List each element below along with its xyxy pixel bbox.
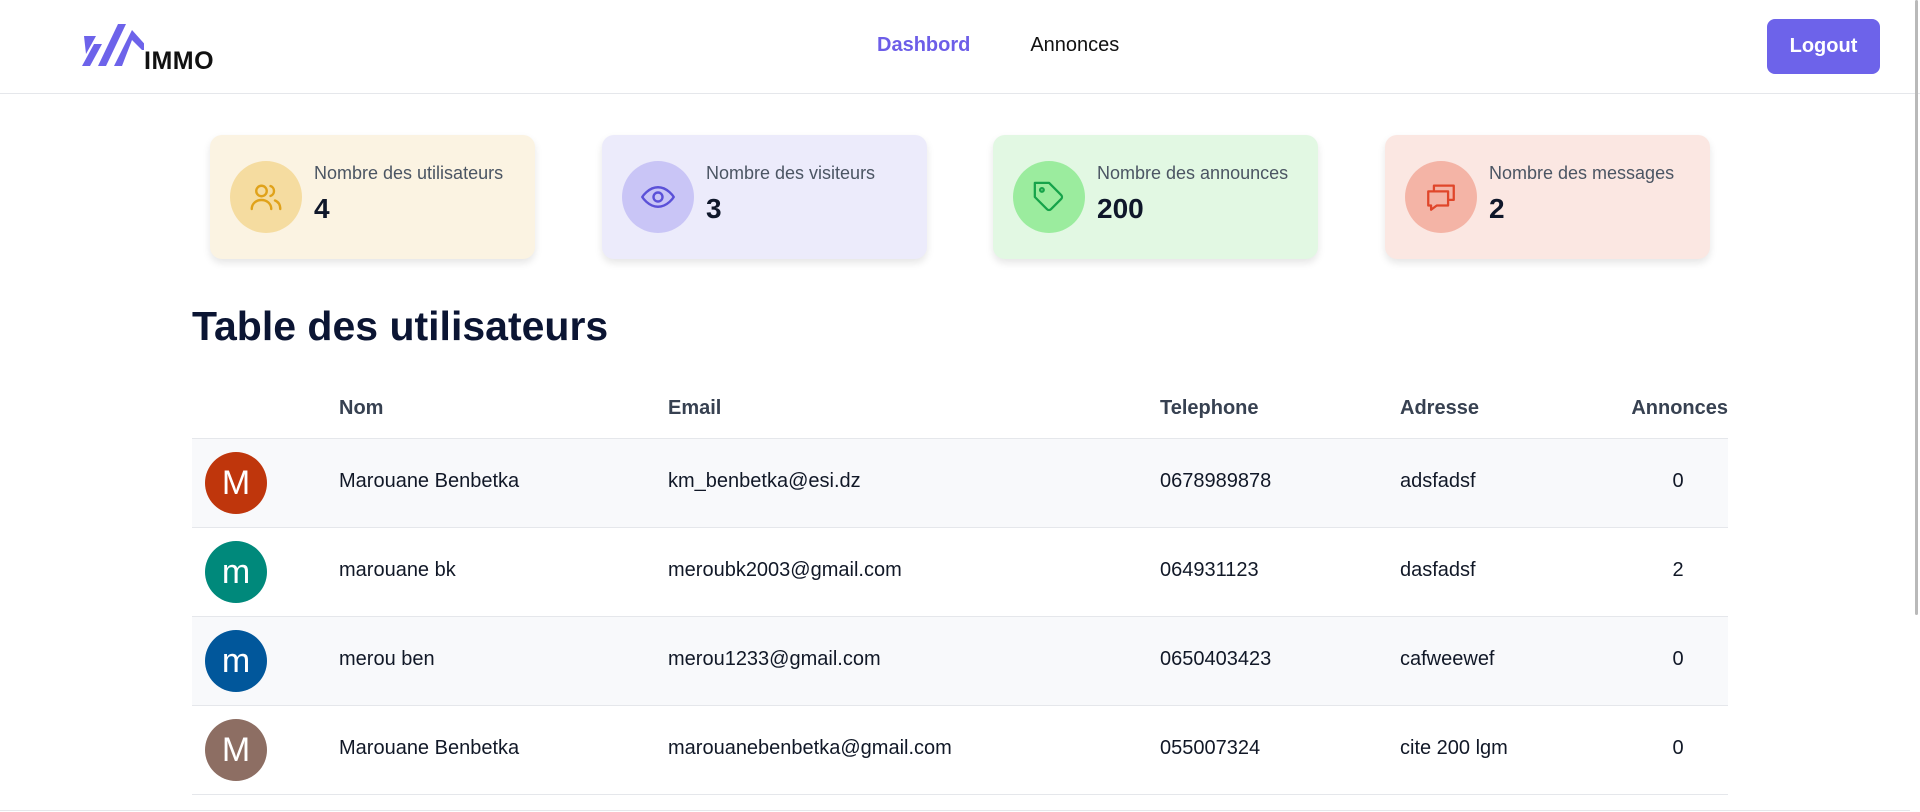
column-header-adresse[interactable]: Adresse <box>1400 397 1479 420</box>
user-phone: 064931123 <box>1160 559 1259 581</box>
brand-name: IMMO <box>144 47 215 75</box>
vertical-scrollbar[interactable] <box>1912 0 1920 812</box>
tag-icon <box>1013 161 1085 233</box>
column-header-nom[interactable]: Nom <box>339 397 383 420</box>
nav-dashboard-link[interactable]: Dashbord <box>877 34 970 57</box>
user-email: merou1233@gmail.com <box>668 648 881 670</box>
user-address: cafweewef <box>1400 648 1495 670</box>
table-header: Nom Email Telephone Adresse Annonces <box>192 382 1728 439</box>
avatar: m <box>205 630 267 692</box>
stat-value: 2 <box>1489 193 1505 224</box>
users-table-title: Table des utilisateurs <box>192 303 609 349</box>
nav-annonces-link[interactable]: Annonces <box>1030 34 1119 57</box>
table-row[interactable]: M Marouane Benbetka km_benbetka@esi.dz 0… <box>192 439 1728 528</box>
user-name: Marouane Benbetka <box>339 737 520 759</box>
eye-icon <box>622 161 694 233</box>
user-annonces-count: 0 <box>1672 737 1684 759</box>
user-name: Marouane Benbetka <box>339 470 520 492</box>
main-nav: Dashbord Annonces <box>877 34 1119 57</box>
stat-label: Nombre des utilisateurs <box>314 163 504 183</box>
user-address: cite 200 lgm <box>1400 737 1508 759</box>
user-email: km_benbetka@esi.dz <box>668 470 861 492</box>
column-header-annonces[interactable]: Annonces <box>1618 397 1728 420</box>
user-name: marouane bk <box>339 559 456 581</box>
users-table: Nom Email Telephone Adresse Annonces M M… <box>192 382 1728 795</box>
user-email: marouanebenbetka@gmail.com <box>668 737 952 759</box>
user-phone: 0650403423 <box>1160 648 1272 670</box>
user-phone: 0678989878 <box>1160 470 1272 492</box>
user-name: merou ben <box>339 648 435 670</box>
stat-card-visitors: Nombre des visiteurs 3 <box>602 135 927 259</box>
stat-card-announces: Nombre des announces 200 <box>993 135 1318 259</box>
logout-button[interactable]: Logout <box>1767 19 1880 74</box>
user-email: meroubk2003@gmail.com <box>668 559 902 581</box>
stat-label: Nombre des visiteurs <box>706 163 876 183</box>
footer-divider <box>0 810 1910 811</box>
user-address: adsfadsf <box>1400 470 1476 492</box>
table-row[interactable]: m merou ben merou1233@gmail.com 06504034… <box>192 617 1728 706</box>
scrollbar-thumb[interactable] <box>1915 0 1918 615</box>
house-logo-icon <box>82 24 144 66</box>
stat-label: Nombre des messages <box>1489 163 1675 183</box>
chat-icon <box>1405 161 1477 233</box>
avatar: M <box>205 719 267 781</box>
column-header-telephone[interactable]: Telephone <box>1160 397 1259 420</box>
avatar: m <box>205 541 267 603</box>
users-icon <box>230 161 302 233</box>
user-address: dasfadsf <box>1400 559 1476 581</box>
user-annonces-count: 2 <box>1672 559 1684 581</box>
stat-value: 4 <box>314 193 330 224</box>
user-phone: 055007324 <box>1160 737 1261 759</box>
column-header-email[interactable]: Email <box>668 397 721 420</box>
stat-value: 200 <box>1097 193 1144 224</box>
table-row[interactable]: M Marouane Benbetka marouanebenbetka@gma… <box>192 706 1728 795</box>
stats-cards: Nombre des utilisateurs 4 Nombre des vis… <box>210 135 1710 259</box>
user-annonces-count: 0 <box>1672 648 1684 670</box>
avatar: M <box>205 452 267 514</box>
stat-card-messages: Nombre des messages 2 <box>1385 135 1710 259</box>
brand-logo[interactable]: IMMO <box>80 20 240 75</box>
stat-label: Nombre des announces <box>1097 163 1289 183</box>
stat-value: 3 <box>706 193 722 224</box>
table-row[interactable]: m marouane bk meroubk2003@gmail.com 0649… <box>192 528 1728 617</box>
user-annonces-count: 0 <box>1672 470 1684 492</box>
top-header: IMMO Dashbord Annonces Logout <box>0 0 1920 94</box>
stat-card-users: Nombre des utilisateurs 4 <box>210 135 535 259</box>
